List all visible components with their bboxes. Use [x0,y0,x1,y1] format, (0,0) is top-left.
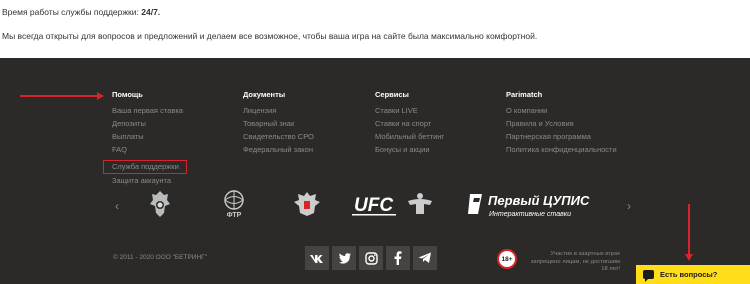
footer-link-about[interactable]: О компании [506,104,617,117]
chat-support-button[interactable]: Есть вопросы? [636,265,750,284]
carousel-prev-icon[interactable]: ‹ [115,199,119,213]
footer-column-services: Сервисы Ставки LIVE Ставки на спорт Моби… [375,90,444,156]
support-hours-label: Время работы службы поддержки: [2,7,139,17]
rfu-emblem-logo [146,188,174,220]
site-footer: Помощь Ваша первая ставка Депозиты Выпла… [0,58,750,284]
footer-link-trademark[interactable]: Товарный знак [243,117,314,130]
column-title: Документы [243,90,286,99]
footer-link-first-bet[interactable]: Ваша первая ставка [112,104,187,117]
facebook-icon[interactable] [386,246,410,270]
support-description: Мы всегда открыты для вопросов и предлож… [2,31,538,41]
ufc-logo-label: UFC [354,195,393,216]
footer-link-terms[interactable]: Правила и Условия [506,117,617,130]
footer-link-affiliate[interactable]: Партнерская программа [506,130,617,143]
carousel-next-icon[interactable]: › [627,199,631,213]
footer-link-mobile-betting[interactable]: Мобильный беттинг [375,130,444,143]
twitter-icon[interactable] [332,246,356,270]
footer-link-support[interactable]: Служба поддержки [103,160,187,174]
cupis-logo: Первый ЦУПИС Интерактивные ставки [468,188,600,220]
telegram-icon[interactable] [413,246,437,270]
support-hours: Время работы службы поддержки: 24/7. [2,7,160,17]
annotation-arrow-right [20,92,104,100]
annotation-arrow-down [685,204,693,261]
footer-link-faq[interactable]: FAQ [112,143,187,156]
footer-link-sport-bets[interactable]: Ставки на спорт [375,117,444,130]
age-restriction-notice: Участие в азартных играх запрещено лицам… [530,251,620,272]
column-title: Помощь [112,90,143,99]
column-title: Parimatch [506,90,543,99]
vk-icon[interactable] [305,246,329,270]
footer-column-help: Помощь Ваша первая ставка Депозиты Выпла… [103,90,187,187]
footer-link-account-protection[interactable]: Защита аккаунта [112,174,187,187]
age-restriction-badge: 18+ [497,249,517,269]
ftr-logo: ФТР [214,188,254,220]
footer-link-sro-certificate[interactable]: Свидетельство СРО [243,130,314,143]
ufc-logo: UFC [350,188,440,220]
footer-column-documents: Документы Лицензия Товарный знак Свидете… [243,90,314,156]
instagram-icon[interactable] [359,246,383,270]
ftr-logo-label: ФТР [227,212,242,219]
footer-column-parimatch: Parimatch О компании Правила и Условия П… [506,90,617,156]
chat-support-label: Есть вопросы? [660,270,718,279]
footer-link-live-bets[interactable]: Ставки LIVE [375,104,444,117]
social-links [305,246,437,270]
footer-link-federal-law[interactable]: Федеральный закон [243,143,314,156]
footer-link-deposits[interactable]: Депозиты [112,117,187,130]
footer-link-privacy[interactable]: Политика конфиденциальности [506,143,617,156]
cupis-logo-subtitle: Интерактивные ставки [489,211,571,218]
footer-link-bonuses[interactable]: Бонусы и акции [375,143,444,156]
support-hours-value: 24/7. [141,7,161,17]
column-title: Сервисы [375,90,409,99]
chat-bubble-icon [643,270,654,282]
support-info-section: Время работы службы поддержки: 24/7. Мы … [0,0,750,58]
copyright-text: © 2011 - 2020 ООО "БЕТРИНГ" [113,254,207,261]
cupis-logo-name: Первый ЦУПИС [488,193,590,208]
footer-link-license[interactable]: Лицензия [243,104,314,117]
eagle-emblem-logo [291,188,323,220]
footer-link-payouts[interactable]: Выплаты [112,130,187,143]
